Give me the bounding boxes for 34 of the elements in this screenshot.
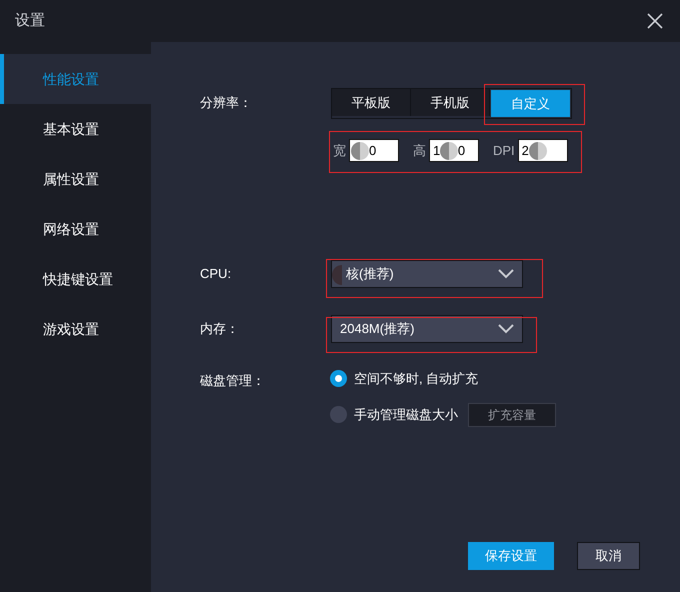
sidebar-item[interactable]: 性能设置 — [0, 54, 151, 104]
radio-label: 空间不够时, 自动扩充 — [354, 370, 478, 388]
radio-label: 手动管理磁盘大小 — [354, 406, 458, 424]
dropdown[interactable]: 2048M(推荐) — [331, 315, 523, 343]
redaction-mark — [351, 142, 369, 160]
field-label: 高 — [413, 142, 426, 160]
radio-button[interactable] — [330, 406, 347, 423]
sidebar-item[interactable]: 游戏设置 — [0, 304, 151, 354]
input-field[interactable]: 1 0 — [429, 139, 479, 162]
input-field[interactable]: 0 — [349, 139, 399, 162]
redaction-mark — [332, 265, 342, 285]
radio-button[interactable] — [330, 370, 347, 388]
chevron-down-icon — [498, 269, 514, 279]
sidebar-item[interactable]: 网络设置 — [0, 204, 151, 254]
field-label: 宽 — [333, 142, 346, 160]
sidebar-item[interactable]: 属性设置 — [0, 154, 151, 204]
field-label: DPI — [493, 142, 515, 160]
segment-tab[interactable]: 手机版 — [411, 89, 490, 116]
expand-capacity-button[interactable]: 扩充容量 — [468, 402, 556, 426]
input-field[interactable]: 2 — [518, 139, 568, 162]
field-label: 内存： — [200, 320, 240, 338]
window-title: 设置 — [15, 10, 45, 31]
sidebar-item[interactable]: 快捷键设置 — [0, 254, 151, 304]
redaction-mark — [528, 142, 547, 160]
chevron-down-icon — [498, 324, 514, 334]
redaction-mark — [440, 142, 458, 160]
close-button[interactable] — [647, 12, 665, 30]
sidebar-item[interactable]: 基本设置 — [0, 104, 151, 154]
field-label: 磁盘管理： — [200, 372, 266, 390]
segment-tab[interactable]: 平板版 — [332, 89, 411, 116]
dropdown[interactable]: 核(推荐) — [331, 260, 523, 288]
cancel-button[interactable]: 取消 — [577, 542, 640, 570]
field-label: CPU: — [200, 265, 232, 284]
field-label: 分辨率： — [200, 94, 253, 112]
